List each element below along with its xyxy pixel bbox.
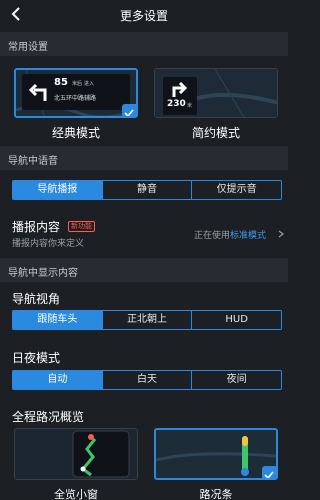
simple-mode-card[interactable]: 230 米 (154, 68, 278, 118)
page-title: 更多设置 (119, 9, 168, 23)
view-segmented: 跟随车头 正北朝上 HUD (12, 310, 282, 330)
checkmark-icon (124, 109, 134, 116)
section-display-label: 导航中显示内容 (8, 268, 78, 279)
classic-road: 北五环中路辅路 (54, 95, 97, 102)
top-bar: 更多设置 (0, 0, 288, 30)
voice-option-broadcast[interactable]: 导航播报 (13, 181, 102, 199)
section-common: 常用设置 (0, 32, 288, 56)
broadcast-status-prefix: 正在使用 (194, 231, 231, 241)
daynight-option-auto[interactable]: 自动 (13, 371, 102, 389)
traffic-bar-icon (156, 430, 276, 478)
view-option-follow[interactable]: 跟随车头 (13, 311, 102, 329)
simple-mode-label[interactable]: 简约模式 (154, 124, 278, 141)
car-icon (241, 468, 249, 476)
overview-window-card[interactable] (14, 428, 138, 480)
classic-nav-preview: 85 米后 进入 北五环中路辅路 (22, 74, 130, 110)
turn-left-icon (28, 83, 47, 101)
selected-check (262, 466, 276, 478)
map-pin-icon (88, 434, 94, 440)
overview-window-label[interactable]: 全览小窗 (14, 486, 138, 500)
chevron-right-icon[interactable] (277, 230, 285, 238)
route-map-icon (15, 429, 137, 479)
daynight-segmented: 自动 白天 夜间 (12, 370, 282, 390)
simple-distance: 230 (167, 99, 186, 109)
classic-unit: 米后 (72, 81, 83, 87)
section-common-label: 常用设置 (8, 42, 48, 53)
checkmark-icon (264, 471, 274, 478)
simple-nav-preview: 230 米 (163, 77, 197, 115)
view-option-hud[interactable]: HUD (191, 311, 281, 329)
broadcast-status-link[interactable]: 标准模式 (230, 231, 266, 241)
daynight-option-night[interactable]: 夜间 (191, 371, 281, 389)
overview-bar-card[interactable] (154, 428, 278, 480)
section-voice: 导航中语音 (0, 146, 288, 170)
view-title: 导航视角 (12, 292, 61, 306)
classic-mode-label[interactable]: 经典模式 (14, 124, 138, 141)
section-display: 导航中显示内容 (0, 258, 288, 282)
broadcast-subtitle: 播报内容你来定义 (12, 239, 85, 249)
classic-mode-card[interactable]: 85 米后 进入 北五环中路辅路 (14, 68, 138, 118)
overview-title: 全程路况概览 (12, 410, 85, 424)
selected-check (122, 104, 136, 116)
daynight-option-day[interactable]: 白天 (101, 371, 192, 389)
overview-bar-label[interactable]: 路况条 (154, 486, 278, 500)
section-voice-label: 导航中语音 (8, 156, 58, 167)
new-feature-badge: 新功能 (68, 221, 95, 232)
classic-distance: 85 (54, 77, 68, 88)
simple-unit: 米 (187, 103, 193, 109)
broadcast-title[interactable]: 播报内容 (12, 218, 60, 235)
broadcast-status[interactable]: 正在使用标准模式 (194, 228, 266, 241)
classic-action: 进入 (84, 81, 95, 87)
voice-option-tone[interactable]: 仅提示音 (191, 181, 281, 199)
turn-right-icon (172, 81, 188, 97)
view-option-north[interactable]: 正北朝上 (101, 311, 192, 329)
daynight-title: 日夜模式 (12, 351, 61, 365)
voice-option-mute[interactable]: 静音 (101, 181, 192, 199)
voice-segmented: 导航播报 静音 仅提示音 (12, 180, 282, 200)
